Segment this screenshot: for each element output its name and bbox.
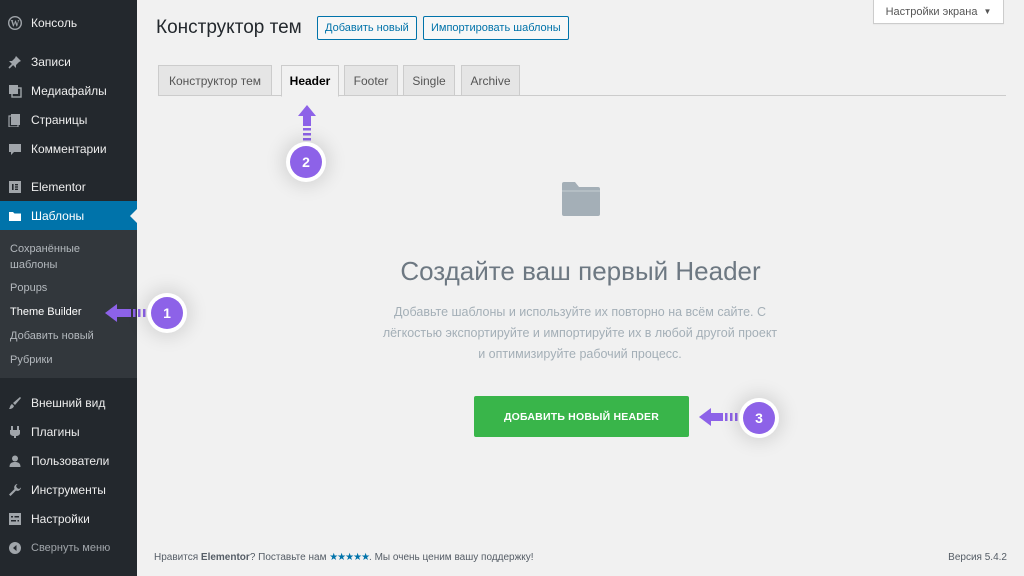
settings-icon — [7, 511, 23, 527]
sidebar-item-label: Внешний вид — [31, 395, 106, 410]
sidebar-item-label: Записи — [31, 54, 71, 69]
page-title: Конструктор тем — [156, 17, 302, 38]
sidebar-item-label: Пользователи — [31, 453, 110, 468]
admin-sidebar: W Консоль Записи Медиафайлы Страницы Ком… — [0, 0, 137, 576]
description-line: и оптимизируйте рабочий процесс. — [478, 347, 682, 361]
sidebar-item-label: Шаблоны — [31, 208, 85, 223]
collapse-menu-label: Свернуть меню — [31, 541, 111, 554]
footer-brand: Elementor — [200, 552, 250, 563]
admin-footer-text: Нравится Elementor? Поставьте нам ★★★★★.… — [154, 552, 534, 563]
sidebar-item-settings[interactable]: Настройки — [0, 504, 137, 533]
arrow-left-icon — [105, 304, 146, 322]
media-icon — [7, 83, 23, 99]
submenu-item-add-new[interactable]: Добавить новый — [10, 328, 130, 344]
sidebar-item-label: Страницы — [31, 112, 88, 127]
sidebar-item-console[interactable]: W Консоль — [0, 8, 137, 37]
sidebar-item-label: Плагины — [31, 424, 80, 439]
tab-header[interactable]: Header — [281, 65, 339, 97]
sidebar-item-tools[interactable]: Инструменты — [0, 475, 137, 504]
add-new-header-button[interactable]: ДОБАВИТЬ НОВЫЙ HEADER — [474, 396, 689, 437]
add-new-button[interactable]: Добавить новый — [317, 16, 417, 40]
submenu-item-popups[interactable]: Popups — [10, 280, 130, 296]
empty-state-description: Добавьте шаблоны и используйте их повтор… — [350, 302, 810, 365]
sidebar-item-appearance[interactable]: Внешний вид — [0, 388, 137, 417]
caret-down-icon: ▼ — [983, 7, 992, 16]
tab-archive[interactable]: Archive — [461, 65, 520, 96]
tab-bar: Конструктор тем Header Footer Single Arc… — [158, 64, 1006, 97]
sidebar-item-users[interactable]: Пользователи — [0, 446, 137, 475]
sidebar-item-plugins[interactable]: Плагины — [0, 417, 137, 446]
sidebar-item-elementor[interactable]: Elementor — [0, 172, 137, 201]
footer-text-after: . Мы очень ценим вашу поддержку! — [369, 552, 534, 563]
description-line: Добавьте шаблоны и используйте их повтор… — [393, 305, 767, 319]
footer-text-middle: ? Поставьте нам — [249, 552, 330, 563]
arrow-left-icon — [699, 408, 738, 426]
folder-icon — [561, 181, 601, 222]
sidebar-item-posts[interactable]: Записи — [0, 47, 137, 76]
tab-footer[interactable]: Footer — [344, 65, 398, 96]
submenu-item-categories[interactable]: Рубрики — [10, 352, 130, 368]
sidebar-item-label: Комментарии — [31, 141, 107, 156]
svg-text:W: W — [11, 18, 20, 28]
screen-options-button[interactable]: Настройки экрана ▼ — [873, 0, 1004, 24]
step-badge-1: 1 — [151, 297, 183, 329]
collapse-icon — [7, 540, 23, 556]
sidebar-item-templates[interactable]: Шаблоны — [0, 201, 137, 230]
rating-stars-link[interactable]: ★★★★★ — [329, 552, 370, 563]
step-badge-2: 2 — [290, 146, 322, 178]
sidebar-item-comments[interactable]: Комментарии — [0, 134, 137, 163]
arrow-up-icon — [298, 105, 316, 141]
folder-icon — [7, 208, 23, 224]
sidebar-item-label: Elementor — [31, 179, 86, 194]
main-content: Конструктор тем Добавить новый Импортиро… — [137, 0, 1024, 576]
pages-icon — [7, 112, 23, 128]
description-line: лёгкостью экспортируйте и импортируйте и… — [382, 326, 778, 340]
brush-icon — [7, 395, 23, 411]
collapse-menu-button[interactable]: Свернуть меню — [0, 533, 137, 562]
user-icon — [7, 453, 23, 469]
version-label: Версия 5.4.2 — [948, 552, 1007, 563]
plugin-icon — [7, 424, 23, 440]
sidebar-item-pages[interactable]: Страницы — [0, 105, 137, 134]
wrench-icon — [7, 482, 23, 498]
sidebar-item-label: Настройки — [31, 511, 90, 526]
tab-single[interactable]: Single — [403, 65, 455, 96]
sidebar-item-label: Медиафайлы — [31, 83, 107, 98]
comment-icon — [7, 141, 23, 157]
sidebar-item-label: Консоль — [31, 15, 78, 30]
step-badge-3: 3 — [743, 402, 775, 434]
footer-text-before: Нравится — [154, 552, 201, 563]
wordpress-icon: W — [7, 15, 23, 31]
sidebar-item-label: Инструменты — [31, 482, 106, 497]
submenu-item-saved-templates[interactable]: Сохранённые шаблоны — [10, 241, 130, 273]
elementor-icon — [7, 179, 23, 195]
screen-options-label: Настройки экрана — [885, 5, 978, 18]
import-templates-button[interactable]: Импортировать шаблоны — [423, 16, 569, 40]
pin-icon — [7, 54, 23, 70]
empty-state-title: Создайте ваш первый Header — [400, 256, 761, 286]
sidebar-item-media[interactable]: Медиафайлы — [0, 76, 137, 105]
tab-theme-builder[interactable]: Конструктор тем — [158, 65, 272, 96]
